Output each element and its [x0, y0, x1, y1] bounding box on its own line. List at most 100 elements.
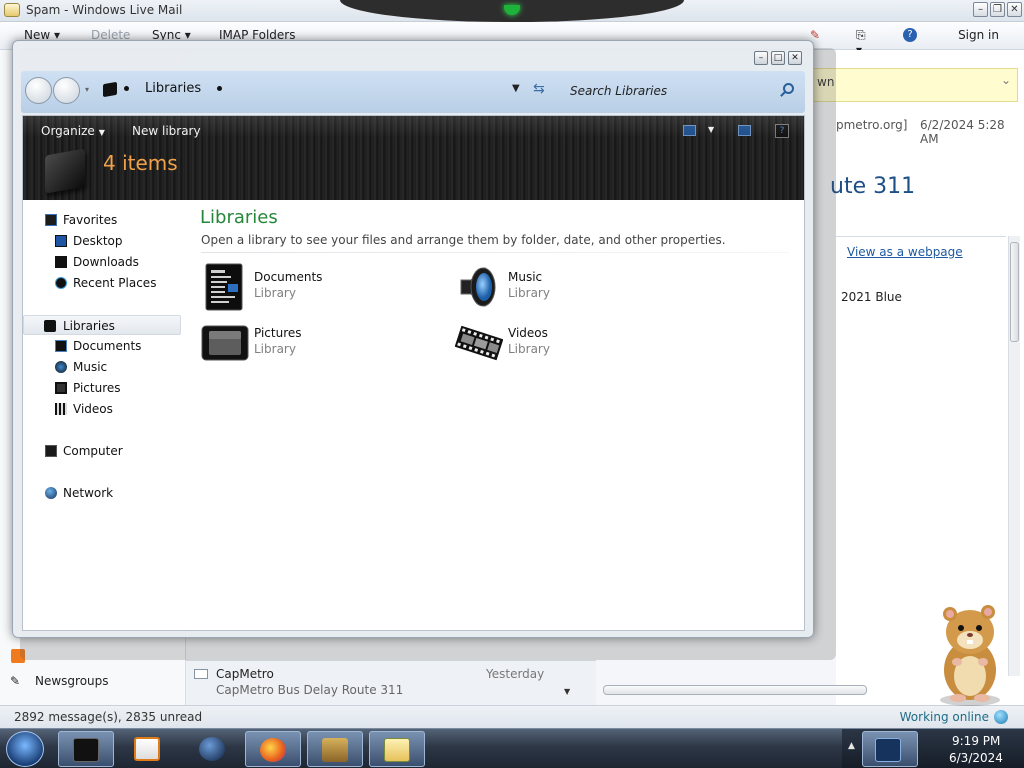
nav-pictures[interactable]: Pictures	[23, 378, 181, 398]
nav-network[interactable]: Network	[23, 483, 181, 503]
library-type: Library	[508, 342, 550, 356]
message-subject: CapMetro Bus Delay Route 311	[216, 683, 404, 697]
favorites-icon	[45, 214, 57, 226]
taskbar-firefox[interactable]	[245, 731, 301, 767]
nav-desktop[interactable]: Desktop	[23, 231, 181, 251]
mail-close-button[interactable]: ✕	[1007, 2, 1022, 17]
nav-libraries[interactable]: Libraries	[23, 315, 181, 335]
media-player-icon	[134, 737, 160, 761]
downloads-icon	[55, 256, 67, 268]
nav-documents[interactable]: Documents	[23, 336, 181, 356]
mail-app-icon	[4, 3, 20, 17]
menu-icon[interactable]: ⎘ ▾	[856, 28, 872, 57]
search-box[interactable]	[562, 76, 800, 106]
nav-label: Downloads	[73, 255, 139, 269]
newsgroups-item[interactable]: ✎ Newsgroups	[10, 674, 109, 688]
organize-button[interactable]: Organize ▼	[41, 124, 105, 138]
mail-restore-button[interactable]: ❐	[990, 2, 1005, 17]
libraries-large-icon	[45, 148, 85, 194]
reading-body-text: 2021 Blue	[841, 290, 902, 304]
sign-in-link[interactable]: Sign in	[958, 28, 999, 42]
notification-area: ▲ 9:19 PM 6/3/2024	[842, 729, 1024, 768]
pictures-library-icon	[201, 325, 249, 361]
preview-pane-icon[interactable]	[738, 125, 751, 136]
minimize-button[interactable]: –	[754, 51, 768, 65]
library-documents[interactable]: Documents Library	[201, 262, 441, 312]
clock-date[interactable]: 6/3/2024	[949, 751, 1003, 765]
breadcrumb-separator[interactable]	[217, 86, 222, 91]
divider	[836, 236, 1006, 237]
maximize-button[interactable]: □	[771, 51, 785, 65]
network-shield-icon	[875, 738, 901, 762]
nav-label: Favorites	[63, 213, 118, 227]
show-hidden-icons-icon[interactable]: ▲	[848, 741, 855, 751]
library-music[interactable]: Music Library	[455, 262, 695, 312]
envelope-icon	[194, 669, 208, 679]
help-icon[interactable]: ?	[775, 124, 789, 138]
message-list-row[interactable]: CapMetro Yesterday CapMetro Bus Delay Ro…	[186, 660, 596, 705]
taskbar-windows-live-mail[interactable]	[369, 731, 425, 767]
libraries-icon	[44, 320, 56, 332]
info-bar[interactable]: wn ⌄	[812, 68, 1018, 102]
horizontal-scrollbar[interactable]	[597, 680, 887, 696]
breadcrumb-separator[interactable]	[124, 86, 129, 91]
mail-minimize-button[interactable]: –	[973, 2, 988, 17]
library-type: Library	[254, 342, 296, 356]
back-button[interactable]	[25, 77, 52, 104]
scroll-down-arrow-icon[interactable]: ▼	[564, 687, 570, 696]
videos-library-icon	[455, 325, 503, 361]
library-name: Music	[508, 270, 543, 284]
search-input[interactable]	[562, 76, 800, 106]
hamster-box-icon	[322, 738, 348, 762]
help-icon[interactable]: ?	[903, 28, 917, 42]
nav-label: Libraries	[63, 319, 115, 333]
tray-network-app[interactable]	[862, 731, 918, 767]
taskbar-browser[interactable]	[185, 731, 241, 767]
documents-icon	[55, 340, 67, 352]
refresh-icon[interactable]: ⇆	[533, 81, 545, 97]
taskbar-explorer[interactable]	[58, 731, 114, 767]
nav-recent-places[interactable]: Recent Places	[23, 273, 181, 293]
hamster-mascot-icon	[940, 605, 1000, 706]
nav-videos[interactable]: Videos	[23, 399, 181, 419]
change-view-icon[interactable]	[683, 125, 696, 136]
content-pane: Libraries Open a library to see your fil…	[193, 200, 804, 630]
new-library-button[interactable]: New library	[132, 124, 201, 138]
reading-subject: ute 311	[830, 174, 916, 199]
content-title: Libraries	[200, 207, 278, 228]
library-pictures[interactable]: Pictures Library	[201, 318, 441, 368]
explorer-body: Organize ▼ New library ▼ ? 4 items Favori…	[22, 115, 805, 631]
chevron-down-icon[interactable]: ⌄	[1001, 73, 1011, 87]
nav-downloads[interactable]: Downloads	[23, 252, 181, 272]
nav-music[interactable]: Music	[23, 357, 181, 377]
address-dropdown[interactable]: ▼	[512, 83, 520, 94]
nav-label: Desktop	[73, 234, 123, 248]
globe-icon	[994, 710, 1008, 724]
view-dropdown[interactable]: ▼	[708, 125, 714, 134]
clock-time[interactable]: 9:19 PM	[952, 734, 1000, 748]
desktop-icon	[55, 235, 67, 247]
taskbar-media-player[interactable]	[120, 731, 176, 767]
start-button[interactable]	[6, 731, 44, 767]
reading-from: pmetro.org]	[836, 118, 908, 132]
network-icon	[45, 487, 57, 499]
search-icon[interactable]	[783, 83, 794, 94]
view-as-webpage-link[interactable]: View as a webpage	[847, 245, 963, 259]
breadcrumb-libraries[interactable]: Libraries	[145, 81, 201, 96]
scrollbar-thumb[interactable]	[1010, 242, 1019, 342]
music-library-icon	[460, 266, 496, 308]
forward-button[interactable]	[53, 77, 80, 104]
recent-pages-dropdown[interactable]: ▾	[85, 85, 89, 94]
close-button[interactable]: ✕	[788, 51, 802, 65]
library-type: Library	[508, 286, 550, 300]
command-and-details-header: Organize ▼ New library ▼ ? 4 items	[23, 116, 804, 200]
nav-label: Videos	[73, 402, 113, 416]
scrollbar-thumb[interactable]	[603, 685, 867, 695]
mail-window-title: Spam - Windows Live Mail	[26, 3, 183, 17]
nav-favorites[interactable]: Favorites	[23, 210, 181, 230]
taskbar-box[interactable]	[307, 731, 363, 767]
library-videos[interactable]: Videos Library	[455, 318, 695, 368]
nav-computer[interactable]: Computer	[23, 441, 181, 461]
library-name: Videos	[508, 326, 548, 340]
nav-label: Network	[63, 486, 114, 500]
